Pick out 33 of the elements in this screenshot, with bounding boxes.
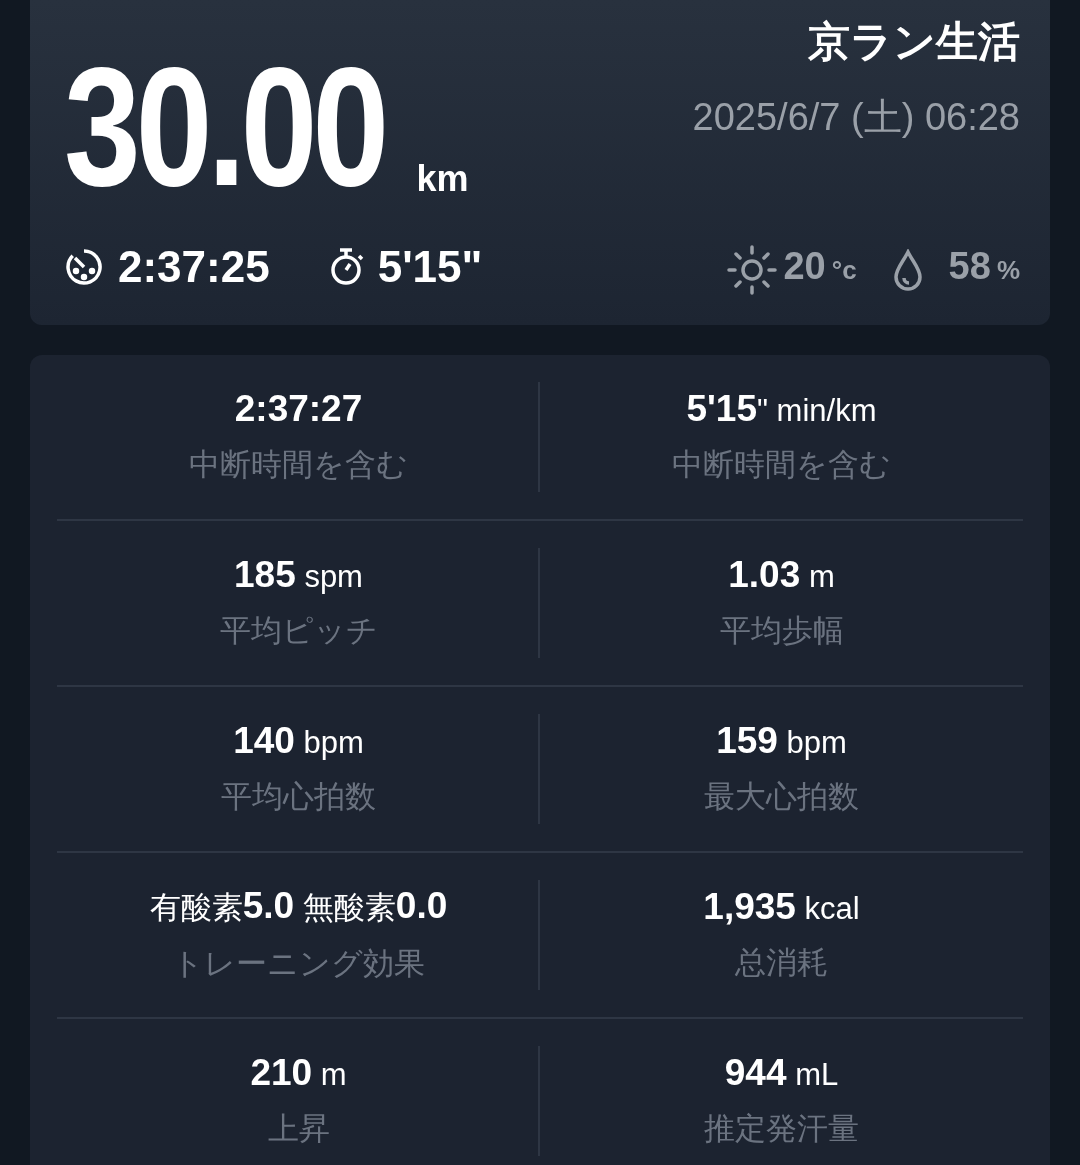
stat-label: トレーニング効果 [172, 945, 425, 983]
stat-value: 185 spm [234, 554, 363, 596]
stat-label: 推定発汗量 [704, 1110, 859, 1148]
stat-value: 944 mL [724, 1052, 839, 1094]
run-title: 京ラン生活 [808, 17, 1020, 67]
stat-label: 平均心拍数 [221, 778, 376, 816]
stat-label: 中断時間を含む [672, 446, 891, 484]
stat-value: 2:37:27 [234, 388, 363, 430]
distance-value: 30.00 [64, 52, 385, 202]
duration-value: 2:37:25 [118, 242, 270, 292]
stat-label: 中断時間を含む [189, 446, 408, 484]
temperature-unit: °c [831, 255, 857, 286]
stat-value: 1.03 m [728, 554, 835, 596]
temperature-value: 20 [783, 245, 826, 288]
stat-label: 平均ピッチ [219, 612, 378, 650]
stat-value: 有酸素5.0 無酸素0.0 [149, 885, 448, 928]
sun-icon [727, 245, 778, 295]
pace-value: 5'15" [377, 242, 483, 292]
stat-value: 210 m [250, 1052, 347, 1094]
humidity-unit: % [996, 255, 1020, 286]
stat-label: 平均歩幅 [719, 612, 844, 650]
stat-value: 140 bpm [233, 720, 364, 762]
stat-label: 上昇 [267, 1110, 330, 1148]
run-datetime: 2025/6/7 (土) 06:28 [692, 95, 1020, 140]
stat-value: 159 bpm [716, 720, 847, 762]
stat-label: 总消耗 [735, 944, 828, 982]
stat-value: 1,935 kcal [703, 886, 860, 928]
water-drop-icon [892, 249, 923, 291]
distance-unit: km [416, 158, 469, 200]
timer-icon [64, 247, 104, 287]
stat-label: 最大心拍数 [704, 778, 859, 816]
stat-value: 5'15" min/km [686, 388, 877, 430]
humidity-value: 58 [948, 245, 991, 288]
